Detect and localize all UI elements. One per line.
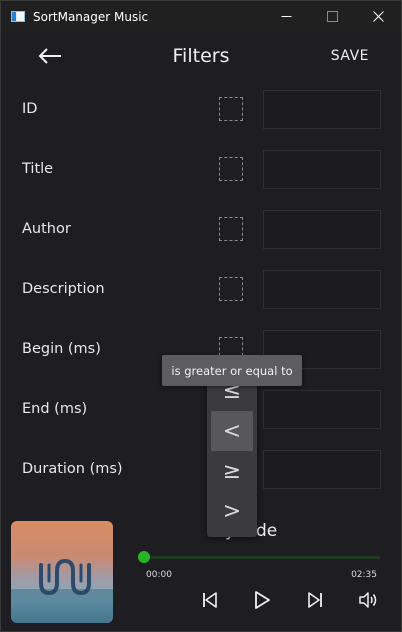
- filter-label: End (ms): [22, 401, 88, 417]
- play-icon: [255, 591, 270, 609]
- operator-dropdown: ≤ < ≥ >: [207, 369, 257, 537]
- filter-row-end: End (ms): [1, 381, 401, 441]
- title-bar: SortManager Music: [1, 1, 401, 32]
- filter-value-input[interactable]: [263, 210, 381, 249]
- time-elapsed: 00:00: [146, 570, 172, 580]
- operator-option[interactable]: ≥: [211, 451, 253, 491]
- player-bar: y Side 00:00 02:35: [1, 513, 401, 632]
- filter-checkbox[interactable]: [219, 277, 243, 301]
- filter-row-author: Author: [1, 201, 401, 261]
- minimize-button[interactable]: [263, 1, 309, 32]
- operator-option[interactable]: <: [211, 411, 253, 451]
- volume-button[interactable]: [356, 588, 380, 612]
- window-title: SortManager Music: [33, 9, 149, 24]
- save-button[interactable]: SAVE: [331, 48, 369, 64]
- app-icon: [11, 11, 25, 22]
- filter-label: Description: [22, 281, 105, 297]
- filter-checkbox[interactable]: [219, 97, 243, 121]
- filter-label: Title: [22, 161, 54, 177]
- filter-label: Begin (ms): [22, 341, 101, 357]
- filter-value-input[interactable]: [263, 270, 381, 309]
- filter-row-duration: Duration (ms): [1, 441, 401, 501]
- filter-label: ID: [22, 101, 38, 117]
- operator-option[interactable]: >: [211, 491, 253, 531]
- filter-label: Duration (ms): [22, 461, 123, 477]
- next-button[interactable]: [303, 588, 327, 612]
- previous-button[interactable]: [198, 588, 222, 612]
- close-button[interactable]: [355, 1, 401, 32]
- maximize-icon: [326, 11, 338, 22]
- progress-knob[interactable]: [138, 551, 150, 563]
- filter-value-input[interactable]: [263, 450, 381, 489]
- play-button[interactable]: [250, 588, 274, 612]
- minimize-icon: [281, 16, 291, 17]
- filter-checkbox[interactable]: [219, 157, 243, 181]
- filter-value-input[interactable]: [263, 90, 381, 129]
- time-total: 02:35: [351, 570, 377, 580]
- filter-value-input[interactable]: [263, 150, 381, 189]
- album-logo-icon: [11, 558, 113, 623]
- filter-value-input[interactable]: [263, 390, 381, 429]
- app-bar: Filters SAVE: [1, 32, 401, 82]
- album-art: [11, 521, 113, 623]
- close-icon: [372, 11, 384, 22]
- operator-tooltip: is greater or equal to: [162, 355, 302, 386]
- app-window: SortManager Music Filters SAVE ID Title: [0, 0, 402, 632]
- maximize-button[interactable]: [309, 1, 355, 32]
- filter-checkbox[interactable]: [219, 217, 243, 241]
- filter-row-title: Title: [1, 141, 401, 201]
- filter-row-id: ID: [1, 81, 401, 141]
- skip-previous-icon: [203, 592, 217, 608]
- progress-slider[interactable]: [138, 551, 380, 563]
- volume-icon: [359, 592, 377, 608]
- skip-next-icon: [308, 592, 322, 608]
- filter-row-description: Description: [1, 261, 401, 321]
- filter-label: Author: [22, 221, 71, 237]
